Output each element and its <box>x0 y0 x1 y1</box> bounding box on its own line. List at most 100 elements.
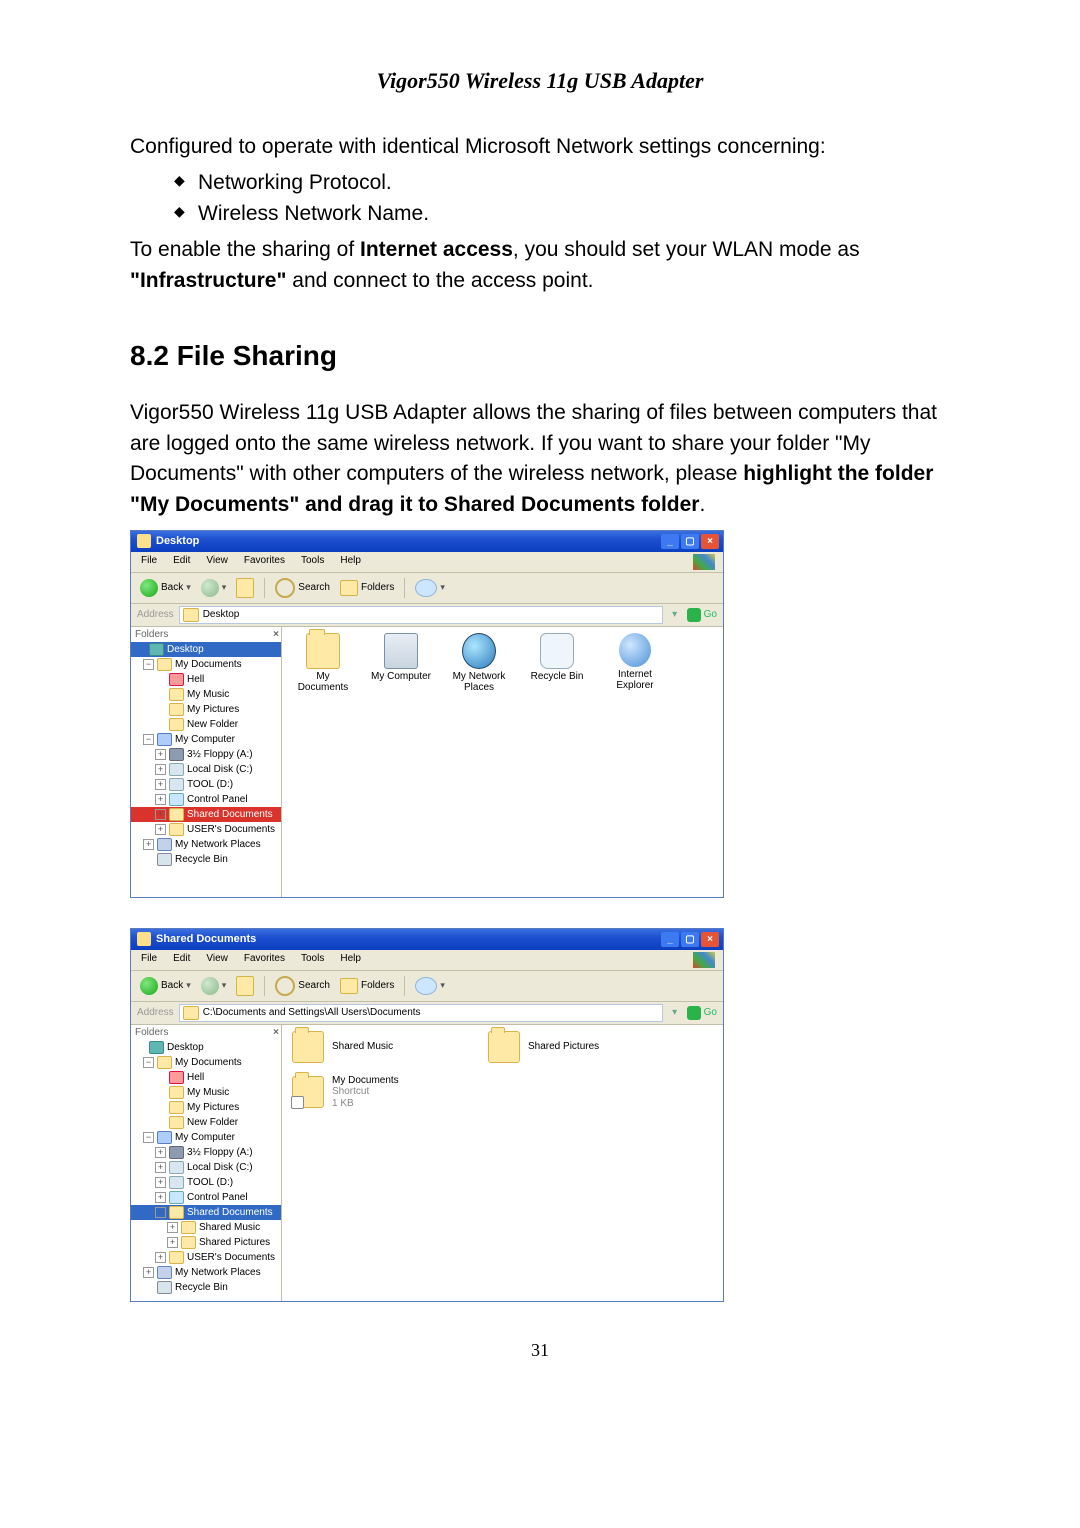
menu-edit[interactable]: Edit <box>171 554 192 570</box>
tree-node[interactable]: Desktop <box>131 1040 281 1055</box>
expand-toggle[interactable]: + <box>155 1162 166 1173</box>
views-button[interactable]: ▾ <box>412 975 448 997</box>
tree-node[interactable]: Hell <box>131 672 281 687</box>
tree-node[interactable]: +Shared Documents <box>131 807 281 822</box>
address-field[interactable]: Desktop <box>179 606 663 624</box>
desktop-icon[interactable]: My Documents <box>292 633 354 694</box>
expand-toggle[interactable]: + <box>155 1177 166 1188</box>
tree-node[interactable]: My Pictures <box>131 702 281 717</box>
views-button[interactable]: ▾ <box>412 577 448 599</box>
expand-toggle[interactable]: + <box>155 764 166 775</box>
tree-node[interactable]: +TOOL (D:) <box>131 777 281 792</box>
menu-favorites[interactable]: Favorites <box>242 952 287 968</box>
tree-node[interactable]: My Pictures <box>131 1100 281 1115</box>
expand-toggle[interactable]: − <box>143 1132 154 1143</box>
tree-node[interactable]: My Music <box>131 1085 281 1100</box>
content-pane[interactable]: Shared Music Shared Pictures My DocumentsS… <box>282 1025 723 1301</box>
tree-node[interactable]: −My Documents <box>131 657 281 672</box>
folders-button[interactable]: Folders <box>337 578 397 598</box>
tree-node[interactable]: +3½ Floppy (A:) <box>131 1145 281 1160</box>
expand-toggle[interactable]: + <box>155 824 166 835</box>
list-item[interactable]: Shared Music <box>292 1031 472 1063</box>
tree-node[interactable]: +Control Panel <box>131 1190 281 1205</box>
menu-tools[interactable]: Tools <box>299 952 326 968</box>
folders-button[interactable]: Folders <box>337 976 397 996</box>
tree-node[interactable]: +USER's Documents <box>131 1250 281 1265</box>
expand-toggle[interactable]: − <box>143 1057 154 1068</box>
minimize-button[interactable]: _ <box>661 534 679 549</box>
menu-help[interactable]: Help <box>338 554 363 570</box>
back-button[interactable]: Back▾ <box>137 975 194 997</box>
expand-toggle[interactable]: + <box>167 1237 178 1248</box>
back-button[interactable]: Back▾ <box>137 577 194 599</box>
titlebar[interactable]: Shared Documents _ ▢ × <box>131 929 723 950</box>
go-button[interactable]: Go <box>687 608 717 622</box>
menu-file[interactable]: File <box>139 952 159 968</box>
tree-node[interactable]: +USER's Documents <box>131 822 281 837</box>
menu-edit[interactable]: Edit <box>171 952 192 968</box>
expand-toggle[interactable]: + <box>155 749 166 760</box>
desktop-icon[interactable]: Recycle Bin <box>526 633 588 694</box>
expand-toggle[interactable]: + <box>155 809 166 820</box>
address-field[interactable]: C:\Documents and Settings\All Users\Docu… <box>179 1004 663 1022</box>
tree-node[interactable]: +Local Disk (C:) <box>131 762 281 777</box>
expand-toggle[interactable]: − <box>143 734 154 745</box>
tree-node[interactable]: −My Documents <box>131 1055 281 1070</box>
menu-tools[interactable]: Tools <box>299 554 326 570</box>
tree-close-button[interactable]: × <box>273 629 279 640</box>
expand-toggle[interactable]: − <box>143 659 154 670</box>
search-button[interactable]: Search <box>272 974 333 998</box>
list-item[interactable]: My DocumentsShortcut1 KB <box>292 1075 472 1110</box>
go-button[interactable]: Go <box>687 1006 717 1020</box>
close-button[interactable]: × <box>701 534 719 549</box>
tree-node[interactable]: Recycle Bin <box>131 1280 281 1295</box>
tree-node[interactable]: +Local Disk (C:) <box>131 1160 281 1175</box>
expand-toggle[interactable]: + <box>143 1267 154 1278</box>
titlebar[interactable]: Desktop _ ▢ × <box>131 531 723 552</box>
address-dropdown[interactable]: ▾ <box>668 609 682 620</box>
up-button[interactable] <box>233 576 257 600</box>
tree-node[interactable]: +My Network Places <box>131 837 281 852</box>
tree-node[interactable]: My Music <box>131 687 281 702</box>
tree-node[interactable]: Recycle Bin <box>131 852 281 867</box>
expand-toggle[interactable]: + <box>155 794 166 805</box>
tree-node[interactable]: +Shared Music <box>131 1220 281 1235</box>
minimize-button[interactable]: _ <box>661 932 679 947</box>
list-item[interactable]: Shared Pictures <box>488 1031 668 1063</box>
expand-toggle[interactable]: + <box>155 1252 166 1263</box>
expand-toggle[interactable]: + <box>155 1147 166 1158</box>
expand-toggle[interactable]: + <box>167 1222 178 1233</box>
menu-file[interactable]: File <box>139 554 159 570</box>
menu-help[interactable]: Help <box>338 952 363 968</box>
tree-node[interactable]: Desktop <box>131 642 281 657</box>
close-button[interactable]: × <box>701 932 719 947</box>
desktop-icon[interactable]: Internet Explorer <box>604 633 666 694</box>
tree-node[interactable]: −My Computer <box>131 1130 281 1145</box>
forward-button[interactable]: ▾ <box>198 577 230 599</box>
search-button[interactable]: Search <box>272 576 333 600</box>
menu-view[interactable]: View <box>204 554 230 570</box>
menu-favorites[interactable]: Favorites <box>242 554 287 570</box>
expand-toggle[interactable]: + <box>155 1192 166 1203</box>
tree-node[interactable]: −Shared Documents <box>131 1205 281 1220</box>
up-button[interactable] <box>233 974 257 998</box>
tree-node[interactable]: +3½ Floppy (A:) <box>131 747 281 762</box>
tree-node[interactable]: +My Network Places <box>131 1265 281 1280</box>
expand-toggle[interactable]: − <box>155 1207 166 1218</box>
tree-node[interactable]: +Control Panel <box>131 792 281 807</box>
content-pane[interactable]: My DocumentsMy ComputerMy Network Places… <box>282 627 723 897</box>
expand-toggle[interactable]: + <box>143 839 154 850</box>
tree-node[interactable]: Hell <box>131 1070 281 1085</box>
tree-close-button[interactable]: × <box>273 1027 279 1038</box>
tree-node[interactable]: +TOOL (D:) <box>131 1175 281 1190</box>
menu-view[interactable]: View <box>204 952 230 968</box>
tree-node[interactable]: −My Computer <box>131 732 281 747</box>
forward-button[interactable]: ▾ <box>198 975 230 997</box>
address-dropdown[interactable]: ▾ <box>668 1007 682 1018</box>
tree-node[interactable]: New Folder <box>131 717 281 732</box>
desktop-icon[interactable]: My Computer <box>370 633 432 694</box>
maximize-button[interactable]: ▢ <box>681 534 699 549</box>
maximize-button[interactable]: ▢ <box>681 932 699 947</box>
expand-toggle[interactable]: + <box>155 779 166 790</box>
tree-node[interactable]: +Shared Pictures <box>131 1235 281 1250</box>
